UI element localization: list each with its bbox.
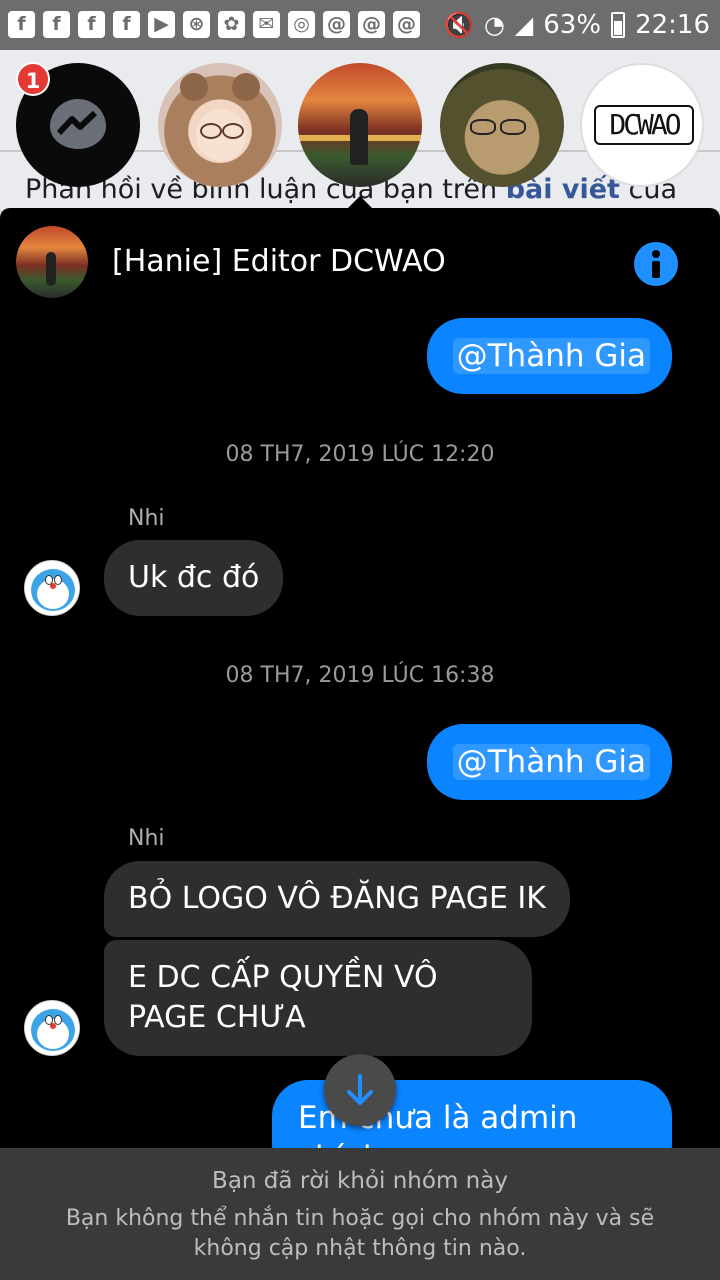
sender-avatar[interactable] [24, 560, 80, 616]
incoming-message[interactable]: E DC CẤP QUYỀN VÔ PAGE CHƯA [104, 940, 532, 1056]
notice-title: Bạn đã rời khỏi nhóm này [212, 1168, 508, 1194]
timestamp: 08 TH7, 2019 LÚC 16:38 [225, 663, 495, 688]
hair-bun [180, 73, 208, 101]
avatar-person [46, 252, 56, 286]
sender-avatar[interactable] [24, 1000, 80, 1056]
chat-panel: [Hanie] Editor DCWAO @Thành Gia 08 TH7, … [0, 208, 720, 1280]
doraemon-nose [50, 583, 56, 589]
outgoing-message[interactable]: @Thành Gia [426, 724, 672, 800]
arrow-down-icon [347, 1074, 373, 1105]
chat-head-avatar-girl[interactable] [158, 63, 282, 187]
app-icon: ⊛ [183, 11, 210, 38]
facebook-icon: f [113, 11, 140, 38]
wifi-icon: ◔ [483, 11, 505, 39]
hair-bun [232, 73, 260, 101]
chat-header: [Hanie] Editor DCWAO [0, 208, 720, 318]
info-icon [652, 250, 660, 278]
mention[interactable]: @Thành Gia [452, 744, 650, 780]
chat-head-avatar-street[interactable] [298, 63, 422, 187]
battery-icon [611, 12, 626, 38]
notification-icons: f f f f ▶ ⊛ ✿ ✉ ◎ @ @ @ [8, 11, 420, 38]
mention[interactable]: @Thành Gia [452, 338, 650, 374]
glasses-icon [222, 123, 244, 139]
chrome-icon: ◎ [288, 11, 315, 38]
facebook-icon: f [43, 11, 70, 38]
glasses-icon [470, 119, 496, 135]
avatar-person [350, 109, 368, 165]
sender-name: Nhi [128, 826, 165, 851]
dcwao-logo: DCWAO [594, 105, 694, 145]
message-list[interactable]: @Thành Gia 08 TH7, 2019 LÚC 12:20 Nhi Uk… [0, 318, 720, 1180]
left-group-notice: Bạn đã rời khỏi nhóm này Bạn không thể n… [0, 1148, 720, 1280]
youtube-icon: ▶ [148, 11, 175, 38]
battery-percent: 63% [543, 10, 602, 40]
group-avatar[interactable] [16, 226, 88, 298]
email-icon: @ [358, 11, 385, 38]
facebook-icon: f [8, 11, 35, 38]
mute-icon: 🔇 [443, 11, 474, 39]
glasses-icon [500, 119, 526, 135]
timestamp: 08 TH7, 2019 LÚC 12:20 [225, 442, 495, 467]
chat-title[interactable]: [Hanie] Editor DCWAO [112, 242, 446, 282]
notice-description: Bạn không thể nhắn tin hoặc gọi cho nhóm… [65, 1206, 655, 1261]
doraemon-nose [50, 1023, 56, 1029]
facebook-icon: f [78, 11, 105, 38]
incoming-message[interactable]: BỎ LOGO VÔ ĐĂNG PAGE IK [104, 861, 570, 937]
sender-name: Nhi [128, 506, 165, 531]
app-icon: ✿ [218, 11, 245, 38]
messenger-bolt-icon [56, 110, 98, 136]
glasses-icon [200, 123, 222, 139]
signal-icon: ◢ [514, 11, 534, 39]
email-icon: @ [323, 11, 350, 38]
email-icon: @ [393, 11, 420, 38]
clock: 22:16 [635, 10, 710, 40]
system-status: 🔇 ◔ ◢ 63% 22:16 [444, 10, 710, 40]
chat-head-avatar-man[interactable] [440, 63, 564, 187]
chat-head-dcwao-logo[interactable]: DCWAO [580, 63, 704, 187]
status-bar: f f f f ▶ ⊛ ✿ ✉ ◎ @ @ @ 🔇 ◔ ◢ 63% 22:16 [0, 0, 720, 50]
outgoing-message[interactable]: @Thành Gia [426, 318, 672, 394]
info-button[interactable] [634, 242, 678, 286]
mail-icon: ✉ [253, 11, 280, 38]
incoming-message[interactable]: Uk đc đó [104, 540, 284, 616]
scroll-to-bottom-button[interactable] [324, 1054, 396, 1126]
unread-badge: 1 [16, 62, 50, 96]
